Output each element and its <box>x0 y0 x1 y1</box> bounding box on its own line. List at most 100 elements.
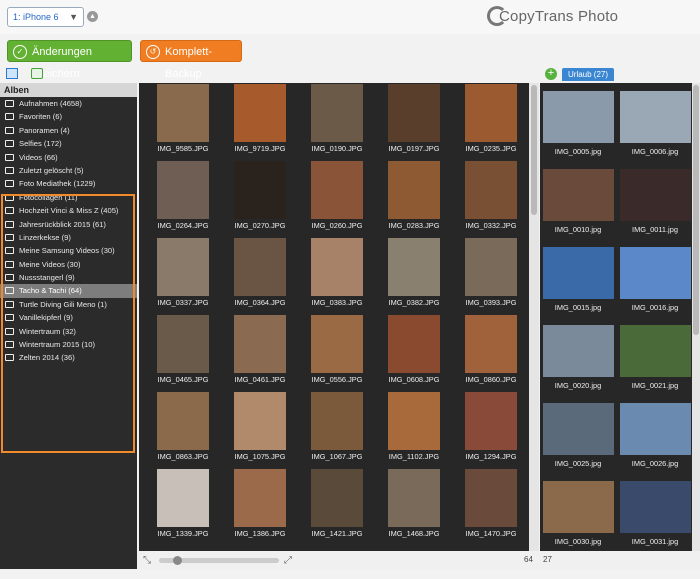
album-scrollbar-thumb[interactable] <box>693 85 699 335</box>
photo-tile[interactable]: IMG_0465.JPG <box>145 315 221 393</box>
photo-filename: IMG_0383.JPG <box>311 298 363 307</box>
photo-tile[interactable]: IMG_1294.JPG <box>453 392 529 470</box>
sidebar-item[interactable]: Wintertraum 2015 (10) <box>0 338 137 351</box>
album-photo-tile[interactable]: IMG_0030.jpg <box>540 473 616 549</box>
sidebar-item-label: Panoramen (4) <box>19 125 70 135</box>
album-photo-tile[interactable]: IMG_0006.jpg <box>617 83 692 159</box>
sidebar-item[interactable]: Wintertraum (32) <box>0 325 137 338</box>
save-changes-button[interactable]: ✓ Änderungen speichern <box>7 40 132 80</box>
sidebar-item[interactable]: Favoriten (6) <box>0 110 137 123</box>
photo-tile[interactable]: IMG_0556.JPG <box>299 315 375 393</box>
album-photo-thumbnail <box>543 247 614 299</box>
album-photo-tile[interactable]: IMG_0026.jpg <box>617 395 692 471</box>
album-photo-tile[interactable]: IMG_0021.jpg <box>617 317 692 393</box>
sidebar-item[interactable]: Selfies (172) <box>0 137 137 150</box>
photo-tile[interactable]: IMG_0383.JPG <box>299 238 375 316</box>
photo-view-icon[interactable] <box>6 68 18 79</box>
album-photo-tile[interactable]: IMG_0025.jpg <box>540 395 616 471</box>
album-photo-tile[interactable]: IMG_0015.jpg <box>540 239 616 315</box>
album-photo-filename: IMG_0010.jpg <box>554 225 602 234</box>
sidebar-item[interactable]: Zuletzt gelöscht (5) <box>0 164 137 177</box>
eject-icon[interactable]: ▲ <box>87 11 98 22</box>
device-select[interactable]: 1: iPhone 6 ▼ <box>7 7 84 27</box>
photo-tile[interactable]: IMG_1470.JPG <box>453 469 529 547</box>
photo-tile[interactable]: IMG_9585.JPG <box>145 84 221 162</box>
grid-scrollbar[interactable] <box>529 83 539 551</box>
photo-tile[interactable]: IMG_0260.JPG <box>299 161 375 239</box>
logo-text: CopyTrans Photo <box>499 8 619 25</box>
photo-tile[interactable]: IMG_0860.JPG <box>453 315 529 393</box>
photo-tile[interactable]: IMG_1075.JPG <box>222 392 298 470</box>
sidebar-item[interactable]: Jahresrückblick 2015 (61) <box>0 218 137 231</box>
photo-tile[interactable]: IMG_0461.JPG <box>222 315 298 393</box>
grid-scrollbar-thumb[interactable] <box>531 85 537 215</box>
zoom-in-icon[interactable]: ⤢ <box>284 555 292 566</box>
tab-album-urlaub[interactable]: Urlaub (27) <box>562 68 615 81</box>
sidebar-item[interactable]: Meine Videos (30) <box>0 258 137 271</box>
photo-filename: IMG_0393.JPG <box>465 298 517 307</box>
sidebar-item[interactable]: Turtle Diving Gili Meno (1) <box>0 298 137 311</box>
photo-tile[interactable]: IMG_0332.JPG <box>453 161 529 239</box>
sidebar-item[interactable]: Linzerkekse (9) <box>0 231 137 244</box>
new-album-icon[interactable] <box>31 68 43 79</box>
photo-filename: IMG_0270.JPG <box>234 221 286 230</box>
photo-tile[interactable]: IMG_0270.JPG <box>222 161 298 239</box>
sidebar-item[interactable]: Tacho & Tachi (64) <box>0 284 137 298</box>
album-icon <box>5 247 14 255</box>
photo-tile[interactable]: IMG_1421.JPG <box>299 469 375 547</box>
photo-tile[interactable]: IMG_1386.JPG <box>222 469 298 547</box>
photo-tile[interactable]: IMG_0364.JPG <box>222 238 298 316</box>
album-photo-tile[interactable]: IMG_0031.jpg <box>617 473 692 549</box>
album-photo-tile[interactable]: IMG_0011.jpg <box>617 161 692 237</box>
zoom-slider[interactable] <box>159 556 279 565</box>
album-photo-tile[interactable]: IMG_0020.jpg <box>540 317 616 393</box>
sidebar-item-label: Jahresrückblick 2015 (61) <box>19 219 106 229</box>
sidebar-item[interactable]: Hochzeit Vinci & Miss Z (405) <box>0 204 137 217</box>
album-icon <box>5 354 14 362</box>
photo-tile[interactable]: IMG_0283.JPG <box>376 161 452 239</box>
album-photo-tile[interactable]: IMG_0010.jpg <box>540 161 616 237</box>
album-photo-tile[interactable]: IMG_0016.jpg <box>617 239 692 315</box>
photo-tile[interactable]: IMG_9719.JPG <box>222 84 298 162</box>
album-icon <box>5 327 14 335</box>
photo-tile[interactable]: IMG_0382.JPG <box>376 238 452 316</box>
chevron-down-icon: ▼ <box>69 12 78 22</box>
sidebar-item[interactable]: Videos (66) <box>0 151 137 164</box>
album-scrollbar[interactable] <box>692 83 700 551</box>
photo-tile[interactable]: IMG_0235.JPG <box>453 84 529 162</box>
photo-tile[interactable]: IMG_1339.JPG <box>145 469 221 547</box>
photo-tile[interactable]: IMG_0197.JPG <box>376 84 452 162</box>
add-album-icon[interactable]: + <box>545 68 557 80</box>
zoom-out-icon[interactable]: ⤡ <box>143 555 151 566</box>
sidebar-item[interactable]: Aufnahmen (4658) <box>0 97 137 110</box>
sidebar-item[interactable]: Vanillekipferl (9) <box>0 311 137 324</box>
album-photo-thumbnail <box>620 403 691 455</box>
sidebar-item[interactable]: Fotocollagen (11) <box>0 191 137 204</box>
album-photo-filename: IMG_0015.jpg <box>554 303 602 312</box>
photo-thumbnail <box>157 392 209 450</box>
zoom-slider-knob[interactable] <box>173 556 182 565</box>
photo-tile[interactable]: IMG_0264.JPG <box>145 161 221 239</box>
sidebar-item[interactable]: Panoramen (4) <box>0 124 137 137</box>
sidebar-item[interactable]: Meine Samsung Videos (30) <box>0 244 137 257</box>
sidebar-item[interactable]: Foto Mediathek (1229) <box>0 177 137 190</box>
selfie-icon <box>5 140 14 148</box>
sidebar-item[interactable]: Zelten 2014 (36) <box>0 351 137 364</box>
photo-tile[interactable]: IMG_1102.JPG <box>376 392 452 470</box>
photo-tile[interactable]: IMG_0393.JPG <box>453 238 529 316</box>
photo-tile[interactable]: IMG_0608.JPG <box>376 315 452 393</box>
full-backup-button[interactable]: ↺ Komplett-Backup <box>140 40 242 80</box>
photo-filename: IMG_0337.JPG <box>157 298 209 307</box>
photo-tile[interactable]: IMG_1468.JPG <box>376 469 452 547</box>
photo-filename: IMG_0197.JPG <box>388 144 440 153</box>
photo-thumbnail <box>311 161 363 219</box>
photo-tile[interactable]: IMG_0337.JPG <box>145 238 221 316</box>
photo-tile[interactable]: IMG_1067.JPG <box>299 392 375 470</box>
photo-tile[interactable]: IMG_0863.JPG <box>145 392 221 470</box>
sidebar-item[interactable]: Nussstangerl (9) <box>0 271 137 284</box>
album-photo-tile[interactable]: IMG_0005.jpg <box>540 83 616 159</box>
photo-filename: IMG_0556.JPG <box>311 375 363 384</box>
history-icon: ↺ <box>146 45 160 59</box>
photo-tile[interactable]: IMG_0190.JPG <box>299 84 375 162</box>
sidebar-item-label: Zuletzt gelöscht (5) <box>19 165 84 175</box>
